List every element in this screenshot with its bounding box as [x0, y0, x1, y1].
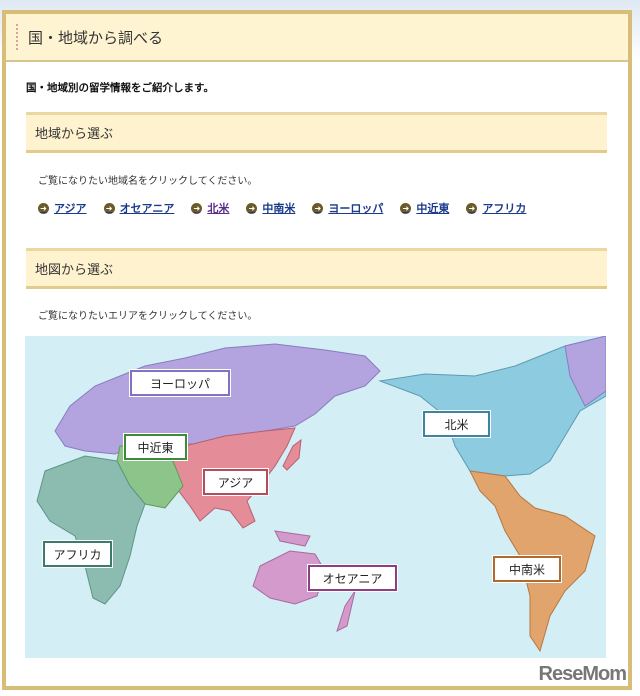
arrow-icon: ➜: [400, 202, 412, 214]
section-header-region: 地域から選ぶ: [26, 112, 607, 153]
map-label-north-america[interactable]: 北米: [423, 411, 490, 437]
intro-text: 国・地域別の留学情報をご紹介します。: [26, 82, 214, 94]
section-title: 地図から選ぶ: [35, 263, 114, 278]
section-header-map: 地図から選ぶ: [26, 248, 607, 289]
section-title: 地域から選ぶ: [35, 127, 114, 142]
link-label: 北米: [207, 202, 230, 215]
link-label: ヨーロッパ: [328, 202, 384, 215]
map-instruction: ご覧になりたいエリアをクリックしてください。: [38, 311, 258, 322]
watermark-logo: ReseMom: [538, 663, 627, 685]
arrow-icon: ➜: [191, 202, 203, 214]
region-link-oceania[interactable]: ➜ オセアニア: [103, 200, 175, 216]
link-label: 中南米: [262, 202, 296, 215]
map-label-europe[interactable]: ヨーロッパ: [130, 370, 230, 396]
map-label-africa[interactable]: アフリカ: [43, 541, 112, 567]
region-link-middle-east[interactable]: ➜ 中近東: [400, 200, 449, 216]
region-link-africa[interactable]: ➜ アフリカ: [466, 200, 526, 216]
region-link-north-america[interactable]: ➜ 北米: [191, 200, 229, 216]
arrow-icon: ➜: [466, 202, 478, 214]
region-link-latin-america[interactable]: ➜ 中南米: [246, 200, 295, 216]
map-label-latin-america[interactable]: 中南米: [493, 556, 561, 582]
link-label: オセアニア: [119, 202, 175, 215]
page-header: 国・地域から調べる: [6, 14, 628, 62]
map-label-asia[interactable]: アジア: [203, 469, 268, 495]
map-label-oceania[interactable]: オセアニア: [308, 565, 397, 591]
link-label: 中近東: [416, 202, 450, 215]
region-link-asia[interactable]: ➜ アジア: [38, 200, 87, 216]
page-title: 国・地域から調べる: [28, 28, 164, 47]
world-map: ヨーロッパ 中近東 アジア アフリカ オセアニア 北米 中南米: [25, 336, 606, 658]
arrow-icon: ➜: [38, 202, 49, 214]
region-links: ➜ アジア ➜ オセアニア ➜ 北米 ➜ 中南米 ➜ ヨーロッパ ➜ 中近東 ➜ アフリカ: [38, 200, 543, 216]
arrow-icon: ➜: [246, 202, 258, 214]
region-instruction: ご覧になりたい地域名をクリックしてください。: [38, 176, 258, 187]
link-label: アジア: [54, 202, 87, 215]
region-link-europe[interactable]: ➜ ヨーロッパ: [312, 200, 383, 216]
link-label: アフリカ: [482, 202, 527, 215]
arrow-icon: ➜: [312, 202, 324, 214]
map-label-middle-east[interactable]: 中近東: [124, 434, 187, 460]
arrow-icon: ➜: [103, 202, 115, 214]
